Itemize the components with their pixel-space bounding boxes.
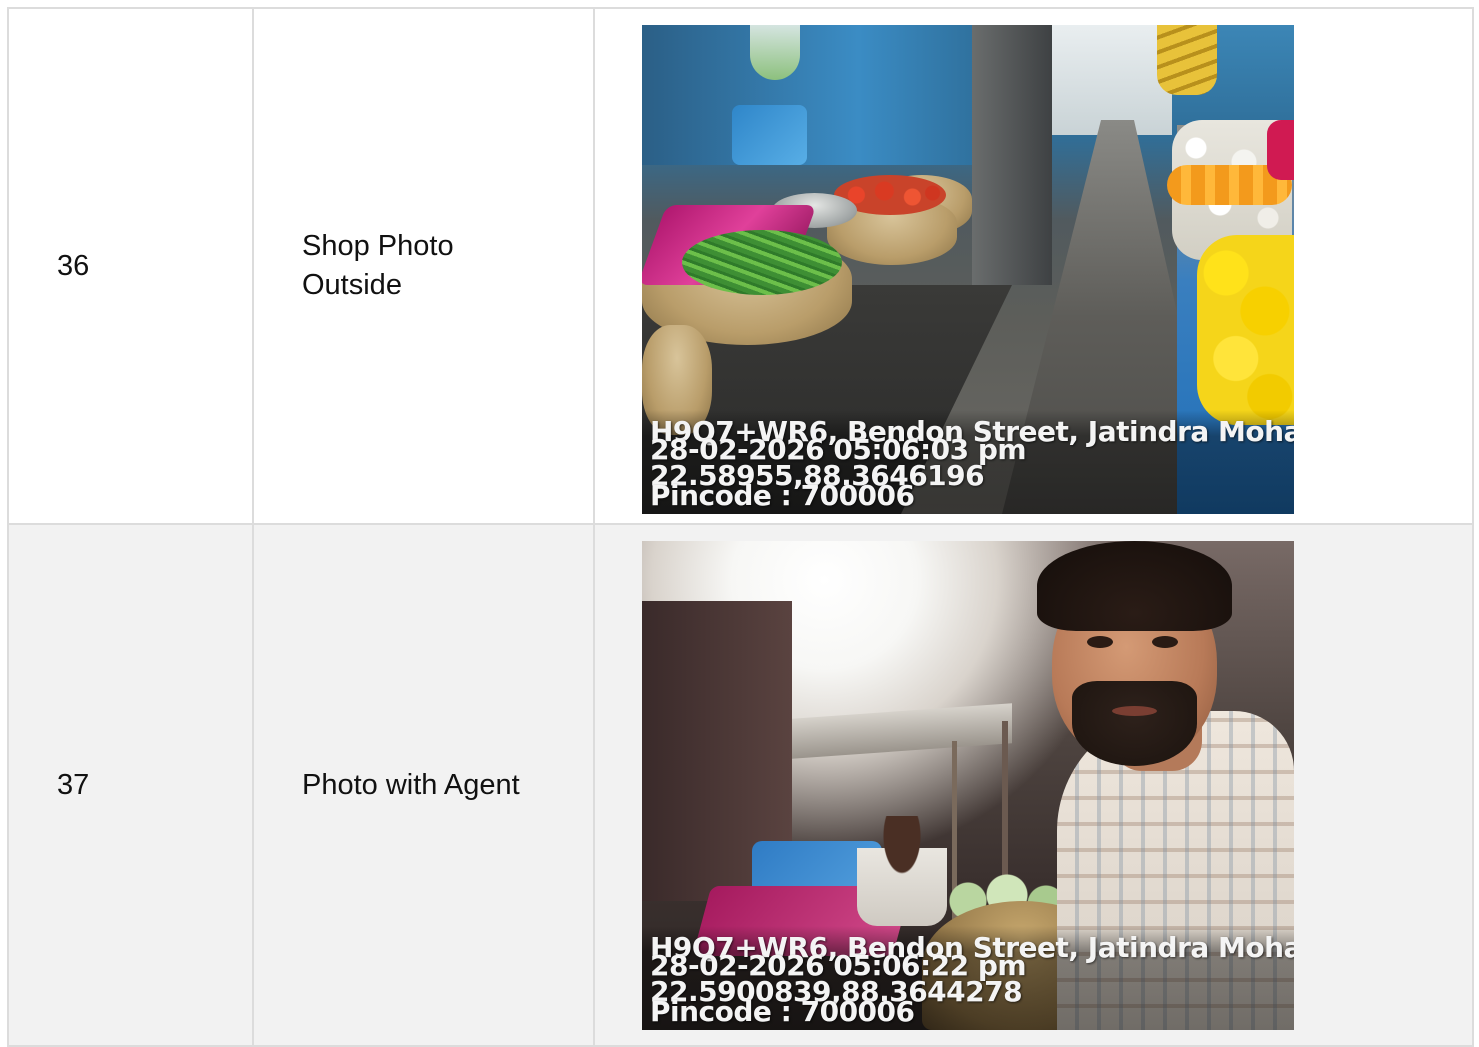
agent-mouth (1112, 706, 1157, 716)
row-number: 37 (57, 768, 90, 801)
row-label: Shop Photo Outside (302, 230, 454, 301)
stall-partition (972, 25, 1052, 285)
row-label: Photo with Agent (302, 768, 520, 801)
row-label-cell: Shop Photo Outside (252, 7, 595, 525)
sky-patch (1052, 25, 1172, 135)
stamp-pincode: Pincode : 700006 (650, 995, 915, 1028)
shop-photo-outside-image[interactable]: H9Q7+WR6, Bendon Street, Jatindra Mohan … (642, 25, 1294, 514)
left-stall-blue-wall (642, 25, 1002, 165)
agent-hair (1037, 541, 1232, 631)
table-row: 37 Photo with Agent H9Q7+WR6, Bendon Str… (7, 523, 1474, 1047)
row-photo-cell: H9Q7+WR6, Bendon Street, Jatindra Mohan … (593, 7, 1474, 525)
blue-cloth (732, 105, 807, 165)
red-flowers (1267, 120, 1294, 180)
row-photo-cell: H9Q7+WR6, Bendon Street, Jatindra Mohan … (593, 523, 1474, 1047)
row-label-cell: Photo with Agent (252, 523, 595, 1047)
geo-stamp-overlay: H9Q7+WR6, Bendon Street, Jatindra Mohan … (642, 926, 1294, 1030)
row-number-cell: 37 (7, 523, 254, 1047)
agent-beard (1072, 681, 1197, 766)
geo-stamp-overlay: H9Q7+WR6, Bendon Street, Jatindra Mohan … (642, 410, 1294, 514)
photo-with-agent-image[interactable]: H9Q7+WR6, Bendon Street, Jatindra Mohan … (642, 541, 1294, 1030)
stall-roof (792, 703, 1012, 759)
agent-eye (1087, 636, 1113, 648)
table-row: 36 Shop Photo Outside H9Q7+WR6, Bendon S… (7, 7, 1474, 525)
yellow-marigolds (1197, 235, 1294, 425)
green-beans (682, 230, 842, 295)
hanging-bag (750, 25, 800, 80)
photo-table: 36 Shop Photo Outside H9Q7+WR6, Bendon S… (7, 7, 1474, 1047)
vendor-figure (857, 816, 947, 926)
photo-table-wrapper: 36 Shop Photo Outside H9Q7+WR6, Bendon S… (7, 7, 1474, 1047)
row-number-cell: 36 (7, 7, 254, 525)
agent-eye (1152, 636, 1178, 648)
row-number: 36 (57, 249, 90, 282)
hanging-bananas (1157, 25, 1217, 95)
stamp-pincode: Pincode : 700006 (650, 479, 915, 512)
